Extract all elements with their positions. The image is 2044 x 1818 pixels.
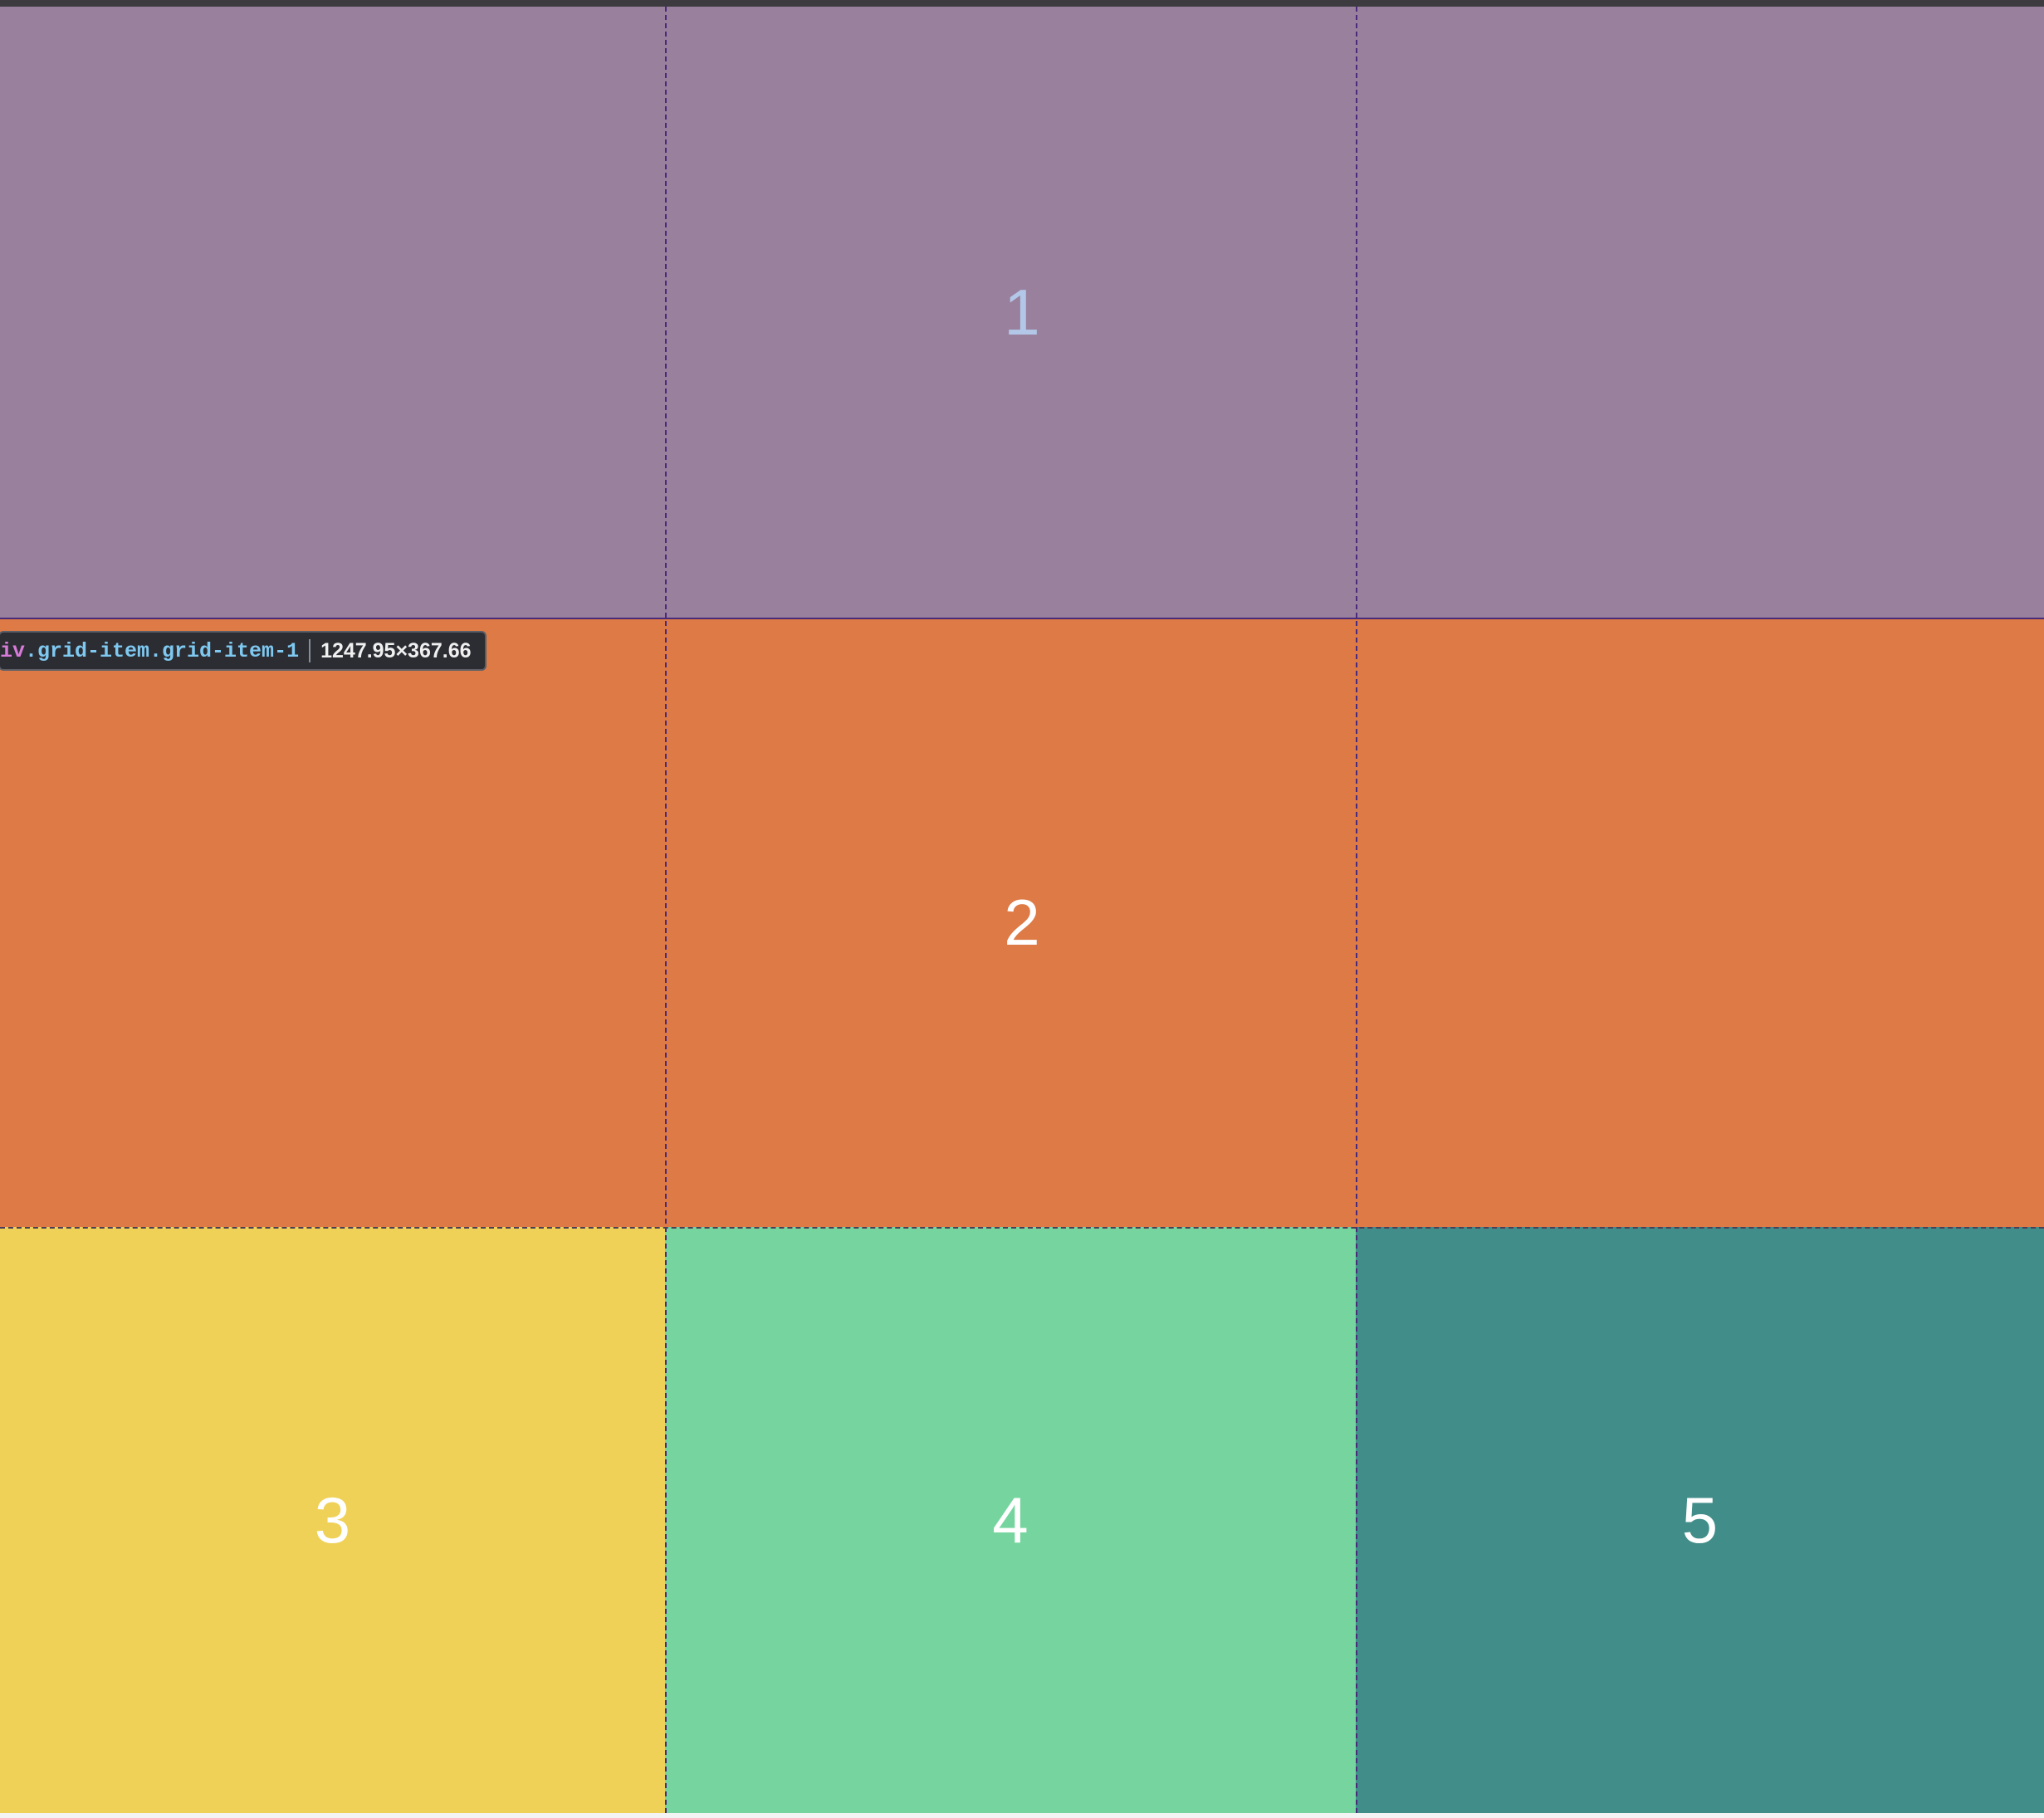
grid-item-label: 5 xyxy=(1681,1483,1719,1557)
grid-item-label: 2 xyxy=(1004,885,1040,959)
grid-column-line xyxy=(665,7,667,1813)
grid-item-1[interactable]: 1 xyxy=(0,7,2044,618)
viewport-bottom-edge xyxy=(0,1813,2044,1818)
element-inspector-tooltip: iv .grid-item.grid-item-1 1247.95×367.66 xyxy=(0,631,487,671)
grid-container: 1 2 3 4 5 xyxy=(0,7,2044,1813)
tooltip-tag-name: iv xyxy=(0,638,26,663)
viewport-top-edge xyxy=(0,0,2044,7)
grid-row-line xyxy=(0,1227,2044,1229)
tooltip-separator xyxy=(309,639,311,662)
grid-item-5[interactable]: 5 xyxy=(1356,1227,2044,1813)
grid-row-line xyxy=(0,618,2044,619)
grid-item-3[interactable]: 3 xyxy=(0,1227,665,1813)
grid-item-2[interactable]: 2 xyxy=(0,618,2044,1227)
grid-item-label: 3 xyxy=(314,1483,351,1557)
grid-item-4[interactable]: 4 xyxy=(665,1227,1356,1813)
tooltip-dimensions: 1247.95×367.66 xyxy=(320,638,472,662)
grid-item-label: 4 xyxy=(992,1483,1029,1557)
grid-item-label: 1 xyxy=(1004,275,1040,349)
grid-column-line xyxy=(1356,7,1357,1813)
tooltip-class-list: .grid-item.grid-item-1 xyxy=(25,638,300,663)
page-viewport: 1 2 3 4 5 iv .grid-item.grid-item-1 1247.… xyxy=(0,0,2044,1818)
